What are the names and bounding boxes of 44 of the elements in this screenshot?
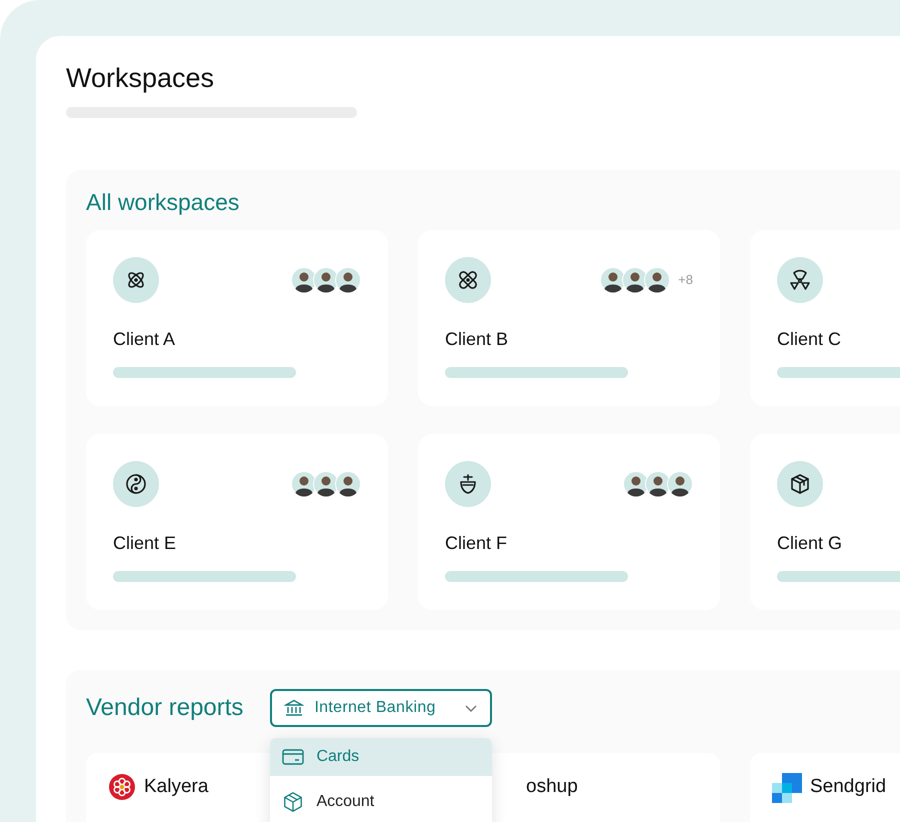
- flower-logo-icon: [108, 773, 136, 801]
- avatar: [291, 267, 317, 293]
- dropdown-option[interactable]: Cards: [270, 738, 492, 776]
- bank-icon: [284, 698, 304, 718]
- card-icon: [282, 748, 304, 766]
- vendor-card[interactable]: Sendgrid: [750, 753, 900, 822]
- section-title: Vendor reports: [86, 694, 244, 722]
- bandage-icon: [456, 268, 480, 292]
- avatar: [667, 471, 693, 497]
- avatar: [622, 267, 648, 293]
- dropdown-option[interactable]: Account: [270, 783, 492, 821]
- client-name: Client A: [113, 328, 176, 351]
- box-icon: [282, 791, 304, 813]
- avatar: [645, 471, 671, 497]
- vendor-name: Sendgrid: [810, 775, 886, 799]
- avatar: [335, 267, 361, 293]
- avatar: [623, 471, 649, 497]
- vendor-name: Kalyera: [144, 775, 208, 799]
- radiation-icon: [788, 268, 812, 292]
- client-name: Client G: [777, 532, 844, 555]
- yin-yang-icon: [124, 472, 148, 496]
- avatar: [313, 471, 339, 497]
- avatar: [335, 471, 361, 497]
- client-name: Client C: [777, 328, 842, 351]
- client-card[interactable]: Client F: [418, 434, 720, 610]
- client-card[interactable]: Client G: [750, 434, 900, 610]
- section-title: All workspaces: [86, 188, 240, 216]
- avatar: [644, 267, 670, 293]
- avatar: [291, 471, 317, 497]
- client-name: Client B: [445, 328, 510, 351]
- avatar: [313, 267, 339, 293]
- client-name: Client E: [113, 532, 178, 555]
- avatar: [600, 267, 626, 293]
- client-card[interactable]: +8 Client B: [418, 230, 720, 406]
- squares-logo-icon: [772, 773, 802, 803]
- category-dropdown[interactable]: Internet Banking: [270, 689, 492, 727]
- cube-icon: [788, 472, 812, 496]
- vendor-name: oshup: [526, 775, 578, 799]
- client-card[interactable]: Client C: [750, 230, 900, 406]
- client-card[interactable]: Client A: [86, 230, 388, 406]
- client-name: Client F: [445, 532, 508, 555]
- client-card[interactable]: Client E: [86, 434, 388, 610]
- more-members-count: +8: [678, 271, 693, 290]
- page-title: Workspaces: [66, 62, 216, 94]
